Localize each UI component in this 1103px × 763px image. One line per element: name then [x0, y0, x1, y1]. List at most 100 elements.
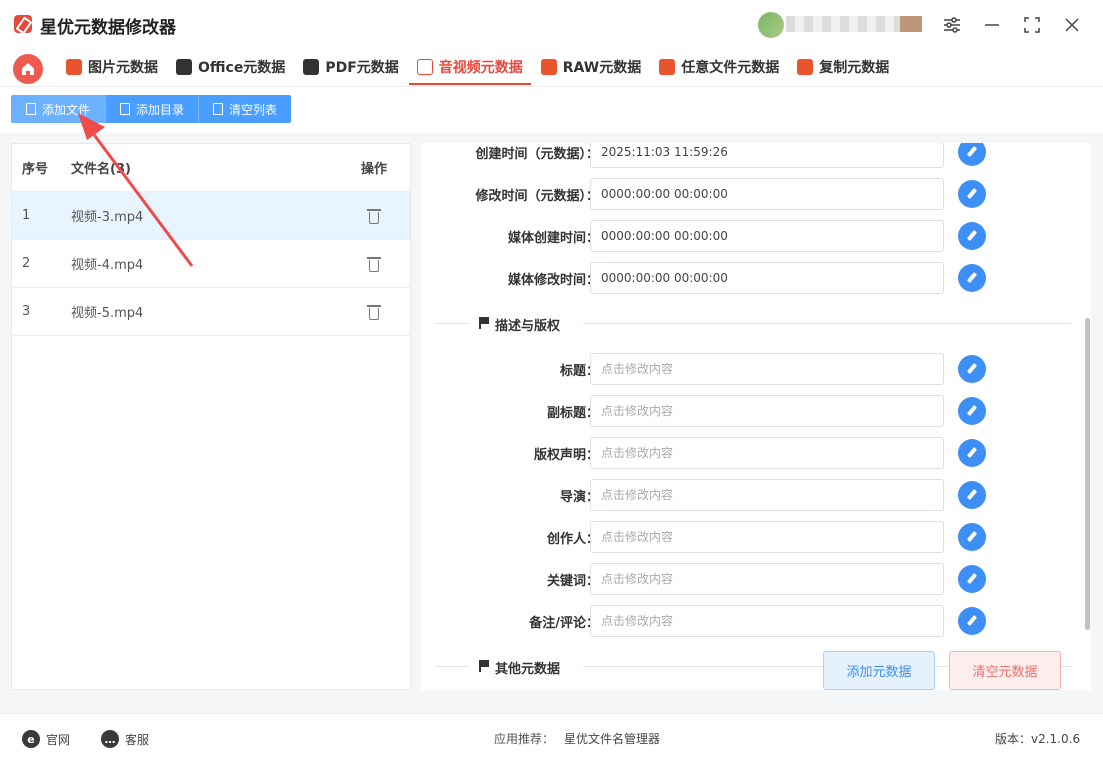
edit-icon[interactable] [958, 180, 986, 208]
field-label: 备注/评论： [529, 616, 599, 631]
row-no: 3 [22, 304, 31, 319]
home-icon [22, 63, 34, 75]
service-link[interactable]: … 客服 [101, 730, 149, 748]
row-filename: 视频-3.mp4 [71, 210, 144, 225]
tab-image-metadata[interactable]: 图片元数据 [58, 50, 166, 84]
copyright-input[interactable] [590, 437, 944, 469]
delete-icon[interactable] [366, 255, 382, 273]
website-label: 官网 [46, 732, 71, 747]
file-table-header: 序号 文件名(3) 操作 [12, 144, 410, 192]
row-filename: 视频-5.mp4 [71, 306, 144, 321]
video-icon [416, 59, 433, 75]
edit-icon[interactable] [958, 264, 986, 292]
field-label: 媒体修改时间： [507, 273, 599, 288]
recommend-app-link[interactable]: 星优文件名管理器 [564, 730, 660, 747]
edit-icon[interactable] [958, 565, 986, 593]
tab-label: Office元数据 [198, 60, 286, 76]
version: 版本：v2.1.0.6 [995, 730, 1080, 747]
modified-time-input[interactable] [590, 178, 944, 210]
section-description-copyright: 描述与版权 [435, 314, 1071, 334]
add-directory-button[interactable]: 添加目录 [106, 95, 200, 123]
office-icon [176, 59, 192, 75]
media-created-time-input[interactable] [590, 220, 944, 252]
table-row[interactable]: 3 视频-5.mp4 [12, 288, 410, 336]
user-name-blurred[interactable] [786, 16, 922, 32]
table-row[interactable]: 2 视频-4.mp4 [12, 240, 410, 288]
any-file-icon [659, 59, 676, 75]
maximize-icon[interactable] [1021, 14, 1043, 36]
image-icon [66, 59, 82, 75]
table-row[interactable]: 1 视频-3.mp4 [12, 192, 410, 240]
recommendation: 应用推荐： 星优文件名管理器 [494, 730, 660, 747]
field-label: 媒体创建时间： [507, 231, 599, 246]
meta-row-media-created: 媒体创建时间： [421, 220, 1021, 252]
file-list-panel: 序号 文件名(3) 操作 1 视频-3.mp4 2 视频-4.mp4 3 视频-… [11, 143, 411, 690]
add-metadata-button[interactable]: 添加元数据 [823, 651, 935, 690]
keywords-input[interactable] [590, 563, 944, 595]
section-title: 描述与版权 [495, 319, 561, 334]
home-button[interactable] [13, 54, 43, 84]
field-label: 修改时间（元数据）： [475, 189, 599, 204]
comment-input[interactable] [590, 605, 944, 637]
version-label: 版本：v2.1.0.6 [995, 732, 1081, 746]
close-icon[interactable] [1061, 14, 1083, 36]
browser-icon: e [22, 730, 40, 748]
settings-icon[interactable] [941, 14, 963, 36]
trash-icon [213, 103, 224, 115]
copy-icon [797, 59, 814, 75]
folder-icon [120, 103, 130, 115]
delete-icon[interactable] [366, 303, 382, 321]
title-input[interactable] [590, 353, 944, 385]
meta-row-modified: 修改时间（元数据）： [421, 178, 1021, 210]
add-file-label: 添加文件 [41, 102, 90, 117]
tab-label: 音视频元数据 [438, 60, 523, 76]
tab-label: PDF元数据 [325, 60, 399, 76]
edit-icon[interactable] [958, 397, 986, 425]
clear-metadata-button[interactable]: 清空元数据 [949, 651, 1061, 690]
delete-icon[interactable] [366, 207, 382, 225]
meta-row-director: 导演： [421, 479, 1021, 511]
clear-list-button[interactable]: 清空列表 [199, 95, 292, 123]
row-filename: 视频-4.mp4 [71, 258, 144, 273]
minimize-icon[interactable] [981, 14, 1003, 36]
tab-av-metadata[interactable]: 音视频元数据 [408, 50, 531, 85]
file-toolbar: 添加文件 添加目录 清空列表 [11, 95, 292, 123]
media-modified-time-input[interactable] [590, 262, 944, 294]
edit-icon[interactable] [958, 607, 986, 635]
col-header-no: 序号 [22, 162, 49, 177]
meta-row-title: 标题： [421, 353, 1021, 385]
clear-list-label: 清空列表 [229, 102, 278, 117]
edit-icon[interactable] [958, 355, 986, 383]
edit-icon[interactable] [958, 143, 986, 166]
creator-input[interactable] [590, 521, 944, 553]
edit-icon[interactable] [958, 439, 986, 467]
edit-icon[interactable] [958, 523, 986, 551]
tab-raw-metadata[interactable]: RAW元数据 [533, 50, 649, 84]
edit-icon[interactable] [958, 481, 986, 509]
file-icon [25, 103, 36, 115]
edit-icon[interactable] [958, 222, 986, 250]
recommend-label: 应用推荐： [494, 732, 555, 746]
meta-row-comment: 备注/评论： [421, 605, 1021, 637]
section-title: 其他元数据 [495, 662, 561, 677]
app-title: 星优元数据修改器 [40, 18, 176, 38]
tab-label: 任意文件元数据 [681, 60, 780, 76]
add-file-button[interactable]: 添加文件 [11, 95, 106, 123]
raw-icon [540, 59, 557, 75]
tab-any-file-metadata[interactable]: 任意文件元数据 [651, 50, 787, 84]
created-time-input[interactable] [590, 143, 944, 168]
meta-row-created: 创建时间（元数据）： [421, 143, 1021, 168]
director-input[interactable] [590, 479, 944, 511]
website-link[interactable]: e 官网 [22, 730, 70, 748]
col-header-name: 文件名(3) [71, 162, 131, 177]
service-label: 客服 [125, 732, 150, 747]
user-avatar[interactable] [758, 12, 784, 38]
tab-pdf-metadata[interactable]: PDF元数据 [295, 50, 406, 84]
row-no: 1 [22, 208, 31, 223]
meta-row-creator: 创作人： [421, 521, 1021, 553]
footer: e 官网 … 客服 应用推荐： 星优文件名管理器 版本：v2.1.0.6 [0, 713, 1103, 763]
metadata-scrollbar[interactable] [1085, 318, 1090, 630]
tab-office-metadata[interactable]: Office元数据 [168, 50, 293, 84]
tab-copy-metadata[interactable]: 复制元数据 [789, 50, 897, 84]
subtitle-input[interactable] [590, 395, 944, 427]
